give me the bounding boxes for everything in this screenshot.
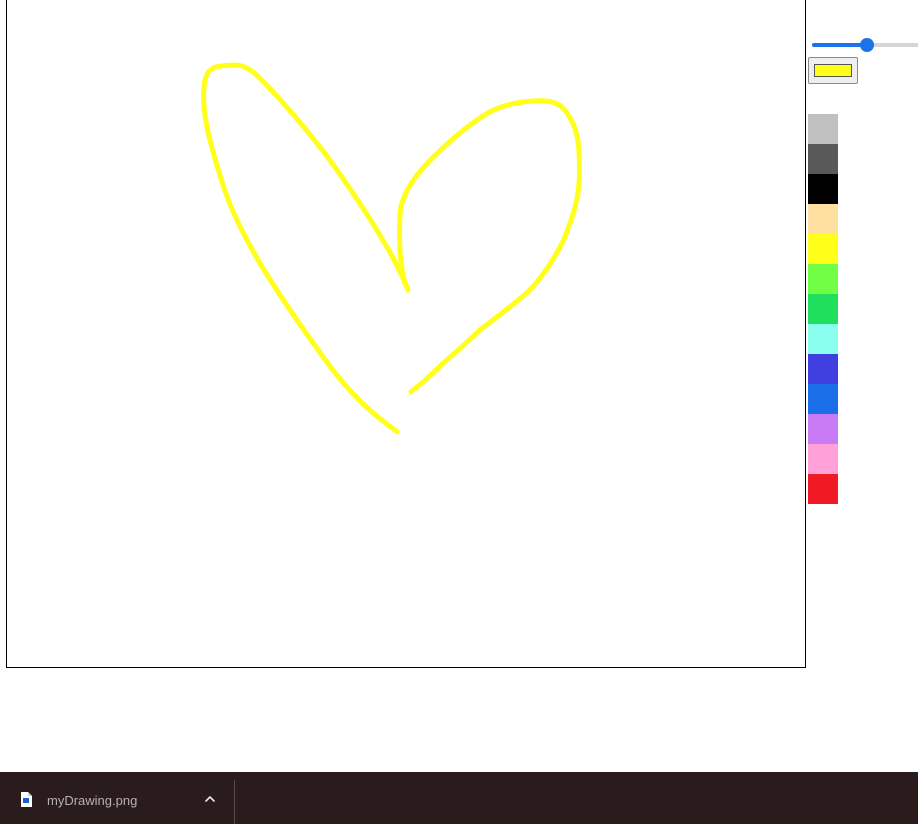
paint-app: myDrawing.png <box>0 0 918 824</box>
download-file-name: myDrawing.png <box>47 793 138 808</box>
palette-color-6[interactable] <box>808 264 838 294</box>
slider-fill <box>812 43 867 47</box>
color-palette <box>808 114 838 504</box>
palette-color-5[interactable] <box>808 234 838 264</box>
palette-color-10[interactable] <box>808 384 838 414</box>
palette-color-7[interactable] <box>808 294 838 324</box>
drawing-canvas[interactable] <box>6 0 806 668</box>
download-bar: myDrawing.png <box>0 772 918 824</box>
heart-stroke-right <box>397 98 582 395</box>
chevron-up-icon[interactable] <box>203 794 217 804</box>
drawing-layer <box>201 62 582 435</box>
palette-color-12[interactable] <box>808 444 838 474</box>
palette-color-9[interactable] <box>808 354 838 384</box>
download-bar-divider <box>234 780 235 824</box>
current-color-swatch <box>814 64 852 77</box>
palette-color-1[interactable] <box>808 114 838 144</box>
palette-color-13[interactable] <box>808 474 838 504</box>
palette-color-8[interactable] <box>808 324 838 354</box>
palette-color-2[interactable] <box>808 144 838 174</box>
palette-color-11[interactable] <box>808 414 838 444</box>
brush-size-slider[interactable] <box>810 36 918 54</box>
download-item[interactable]: myDrawing.png <box>0 772 234 824</box>
color-picker-button[interactable] <box>808 57 858 84</box>
palette-color-4[interactable] <box>808 204 838 234</box>
palette-color-3[interactable] <box>808 174 838 204</box>
slider-thumb[interactable] <box>860 38 874 52</box>
image-file-icon <box>21 792 32 807</box>
heart-stroke-left <box>201 62 411 435</box>
